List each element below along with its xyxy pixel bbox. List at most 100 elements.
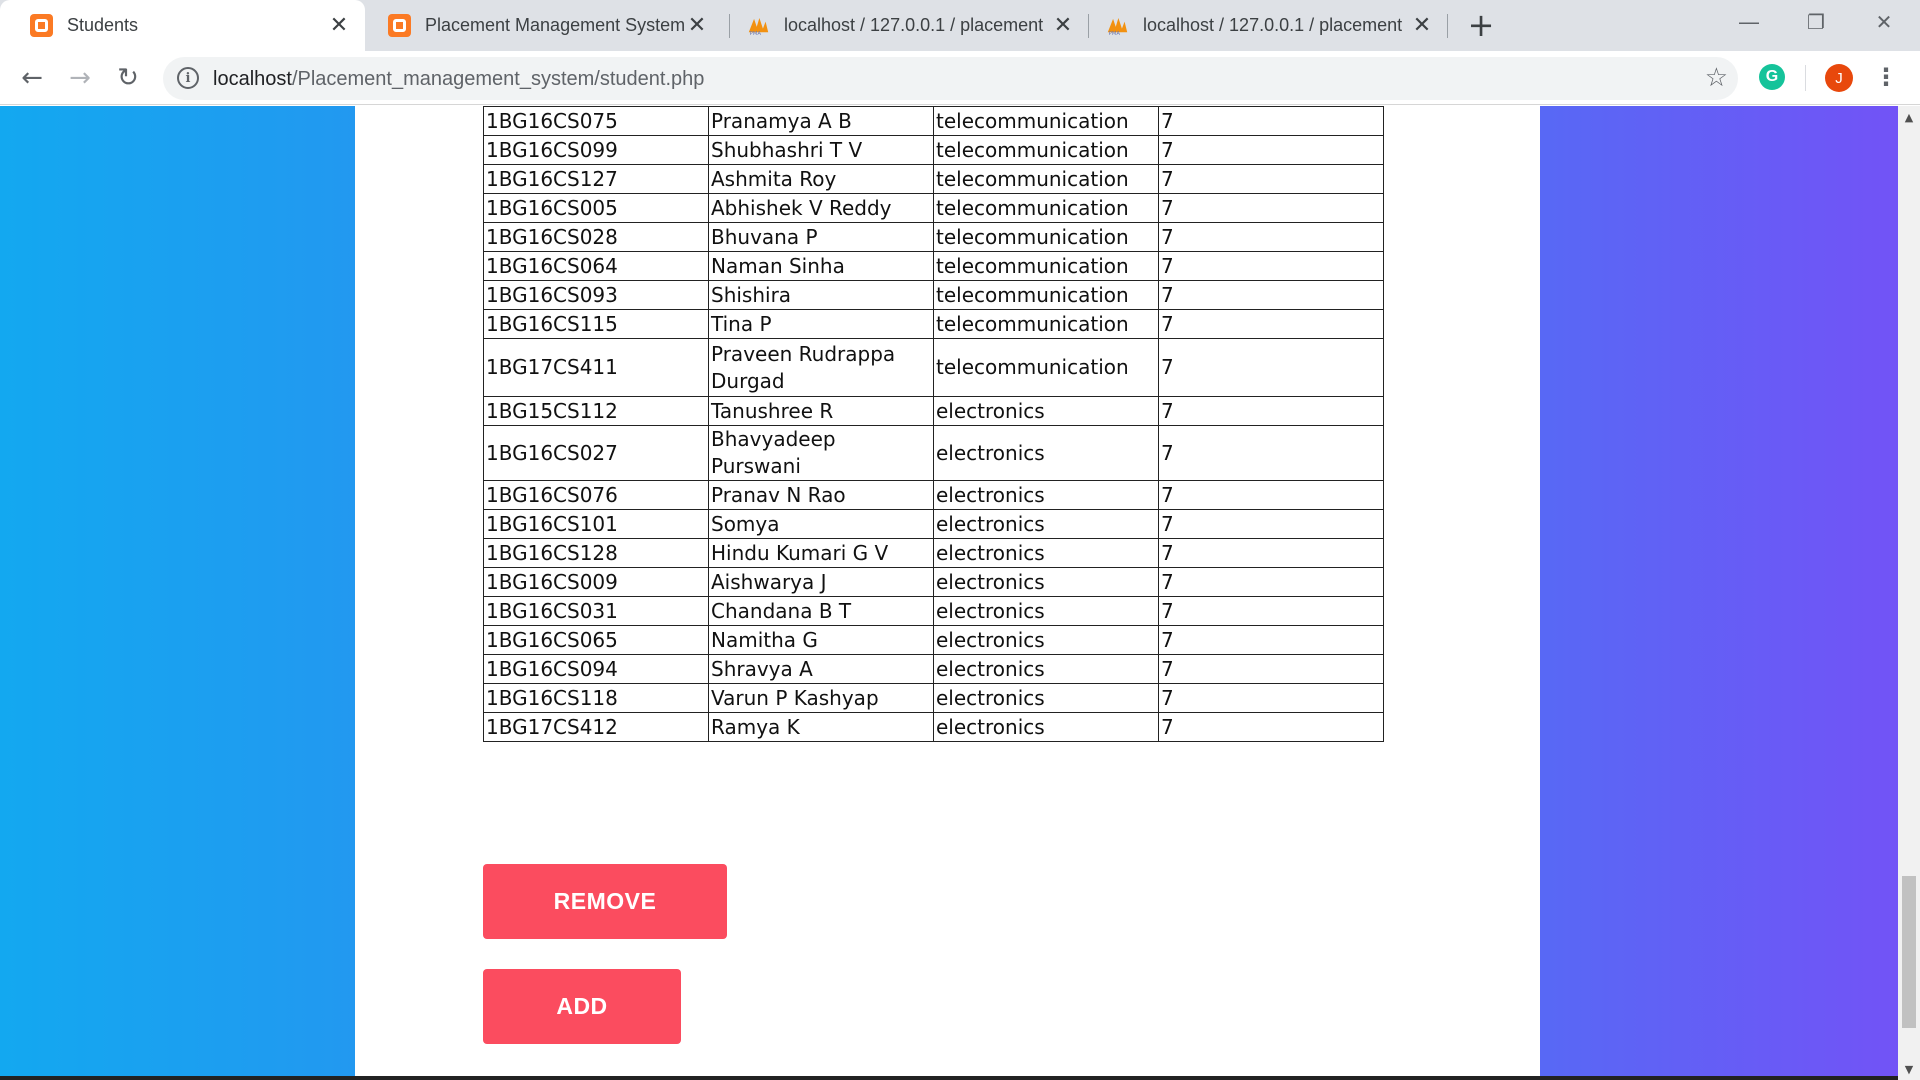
table-row: 1BG16CS028 Bhuvana Ptelecommunication 7 [483, 222, 1384, 252]
table-row: 1BG16CS075 Pranamya A Btelecommunication 7 [483, 106, 1384, 136]
table-row: 1BG16CS076 Pranav N Rao electronics 7 [483, 480, 1384, 510]
more-menu-icon[interactable]: ⋮ [1874, 63, 1898, 91]
name-cell: Chandana B T [708, 596, 934, 626]
close-icon[interactable]: ✕ [685, 13, 709, 38]
usn-cell: 1BG16CS009 [483, 567, 709, 597]
name-cell: Somya [708, 509, 934, 539]
table-row: 1BG17CS412 Ramya Kelectronics 7 [483, 712, 1384, 742]
semester-cell: 7 [1158, 654, 1384, 684]
semester-cell: 7 [1158, 338, 1384, 397]
phpmyadmin-icon: PMA [1106, 14, 1129, 37]
bookmark-star-icon[interactable]: ☆ [1705, 63, 1728, 93]
close-window-button[interactable]: ✕ [1864, 4, 1904, 40]
usn-cell: 1BG16CS093 [483, 280, 709, 310]
name-cell: Bhavyadeep Purswani [708, 425, 934, 481]
branch-cell: telecommunication [933, 280, 1159, 310]
branch-cell: electronics [933, 480, 1159, 510]
tab-strip: Students ✕ Placement Management System ✕… [0, 0, 1920, 51]
branch-cell: telecommunication [933, 251, 1159, 281]
branch-cell: electronics [933, 509, 1159, 539]
grammarly-extension-icon[interactable]: G [1759, 64, 1785, 90]
svg-text:PMA: PMA [1109, 30, 1121, 36]
minimize-button[interactable]: ― [1729, 4, 1769, 40]
name-cell: Pranamya A B [708, 106, 934, 136]
usn-cell: 1BG16CS065 [483, 625, 709, 655]
name-cell: Tanushree R [708, 396, 934, 426]
usn-cell: 1BG16CS094 [483, 654, 709, 684]
usn-cell: 1BG17CS411 [483, 338, 709, 397]
browser-toolbar: ← → ↻ i localhost/Placement_management_s… [0, 51, 1920, 105]
svg-text:PMA: PMA [750, 30, 762, 36]
usn-cell: 1BG16CS099 [483, 135, 709, 165]
usn-cell: 1BG16CS118 [483, 683, 709, 713]
tab-separator [1447, 14, 1448, 38]
reload-button[interactable]: ↻ [110, 60, 146, 96]
name-cell: Namitha G [708, 625, 934, 655]
tab-phpmyadmin-2[interactable]: PMA localhost / 127.0.0.1 / placement ✕ [1076, 0, 1448, 51]
usn-cell: 1BG16CS127 [483, 164, 709, 194]
phpmyadmin-icon: PMA [747, 14, 770, 37]
branch-cell: electronics [933, 683, 1159, 713]
tab-title: localhost / 127.0.0.1 / placement [1143, 15, 1403, 35]
address-bar[interactable]: i localhost/Placement_management_system/… [163, 57, 1738, 100]
students-table: 1BG16CS075 Pranamya A Btelecommunication 7… [483, 106, 1384, 742]
branch-cell: electronics [933, 625, 1159, 655]
remove-button[interactable]: REMOVE [483, 864, 727, 939]
branch-cell: telecommunication [933, 193, 1159, 223]
scroll-thumb[interactable] [1902, 876, 1916, 1028]
back-button[interactable]: ← [14, 60, 50, 96]
branch-cell: telecommunication [933, 135, 1159, 165]
semester-cell: 7 [1158, 425, 1384, 481]
branch-cell: telecommunication [933, 338, 1159, 397]
usn-cell: 1BG16CS031 [483, 596, 709, 626]
add-button[interactable]: ADD [483, 969, 681, 1044]
branch-cell: electronics [933, 425, 1159, 481]
branch-cell: electronics [933, 712, 1159, 742]
semester-cell: 7 [1158, 625, 1384, 655]
semester-cell: 7 [1158, 193, 1384, 223]
info-icon[interactable]: i [177, 67, 199, 89]
new-tab-button[interactable]: + [1466, 6, 1496, 44]
semester-cell: 7 [1158, 309, 1384, 339]
usn-cell: 1BG16CS075 [483, 106, 709, 136]
usn-cell: 1BG16CS005 [483, 193, 709, 223]
taskbar-edge [0, 1076, 1898, 1080]
usn-cell: 1BG17CS412 [483, 712, 709, 742]
vertical-scrollbar[interactable]: ▲ ▼ [1898, 106, 1920, 1080]
name-cell: Naman Sinha [708, 251, 934, 281]
close-icon[interactable]: ✕ [327, 13, 351, 38]
tab-phpmyadmin-1[interactable]: PMA localhost / 127.0.0.1 / placement ✕ [717, 0, 1089, 51]
profile-avatar[interactable]: J [1825, 64, 1853, 92]
table-row: 1BG16CS128 Hindu Kumari G Velectronics 7 [483, 538, 1384, 568]
semester-cell: 7 [1158, 538, 1384, 568]
close-icon[interactable]: ✕ [1410, 13, 1434, 38]
tab-placement-management[interactable]: Placement Management System ✕ [358, 0, 723, 51]
forward-button[interactable]: → [62, 60, 98, 96]
name-cell: Aishwarya J [708, 567, 934, 597]
scroll-down-arrow-icon[interactable]: ▼ [1898, 1058, 1920, 1080]
close-icon[interactable]: ✕ [1051, 13, 1075, 38]
table-row: 1BG16CS009 Aishwarya Jelectronics 7 [483, 567, 1384, 597]
semester-cell: 7 [1158, 480, 1384, 510]
usn-cell: 1BG15CS112 [483, 396, 709, 426]
usn-cell: 1BG16CS027 [483, 425, 709, 481]
branch-cell: telecommunication [933, 309, 1159, 339]
tab-title: localhost / 127.0.0.1 / placement [784, 15, 1044, 35]
semester-cell: 7 [1158, 712, 1384, 742]
url-text[interactable]: localhost/Placement_management_system/st… [213, 68, 704, 91]
tab-students[interactable]: Students ✕ [0, 0, 365, 51]
scroll-up-arrow-icon[interactable]: ▲ [1898, 106, 1920, 128]
semester-cell: 7 [1158, 567, 1384, 597]
branch-cell: electronics [933, 396, 1159, 426]
content-card: 1BG16CS075 Pranamya A Btelecommunication 7… [355, 106, 1540, 1080]
name-cell: Pranav N Rao [708, 480, 934, 510]
table-row: 1BG16CS099 Shubhashri T Vtelecommunicatio… [483, 135, 1384, 165]
name-cell: Hindu Kumari G V [708, 538, 934, 568]
usn-cell: 1BG16CS028 [483, 222, 709, 252]
name-cell: Abhishek V Reddy [708, 193, 934, 223]
restore-button[interactable]: ❐ [1796, 4, 1836, 40]
name-cell: Tina P [708, 309, 934, 339]
name-cell: Shravya A [708, 654, 934, 684]
semester-cell: 7 [1158, 396, 1384, 426]
semester-cell: 7 [1158, 106, 1384, 136]
